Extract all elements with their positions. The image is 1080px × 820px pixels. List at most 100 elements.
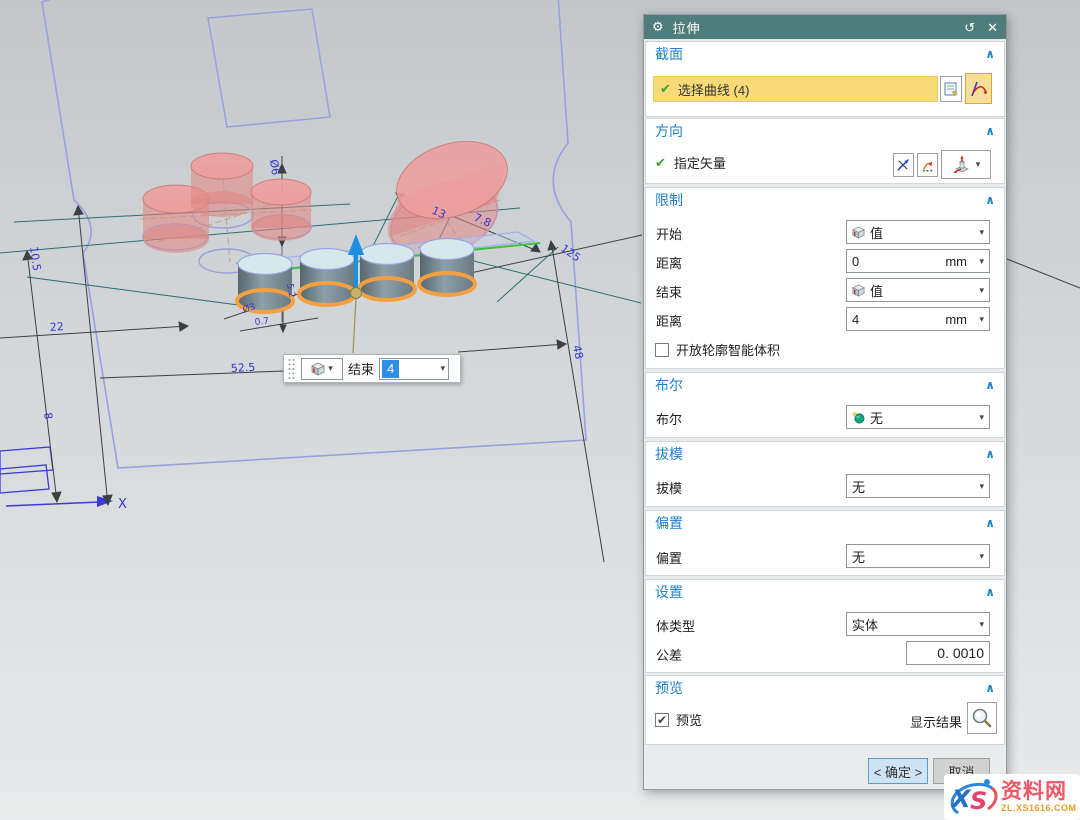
specify-vector-label: 指定矢量 <box>674 153 726 172</box>
sketch-section-button[interactable] <box>940 76 962 102</box>
dialog-title: 拉伸 <box>673 18 701 37</box>
xs-logo: X S <box>946 775 1000 819</box>
open-profile-checkbox-row[interactable]: 开放轮廓智能体积 <box>655 340 780 359</box>
caret-down-icon: ▾ <box>979 481 984 492</box>
group-settings: 设置 ∧ 体类型 实体 ▾ 公差 0. 0010 <box>645 579 1005 673</box>
extrude-cylinder <box>420 239 474 297</box>
group-limits-header[interactable]: 限制 ∧ <box>646 188 1004 213</box>
ok-button[interactable]: < 确定 > <box>868 758 928 784</box>
collapse-chevron-icon[interactable]: ∧ <box>985 676 995 701</box>
boolean-none-icon <box>852 411 865 424</box>
group-offset-header[interactable]: 偏置 ∧ <box>646 511 1004 536</box>
collapse-chevron-icon[interactable]: ∧ <box>985 42 995 67</box>
end-distance-input[interactable]: 4 mm ▾ <box>846 307 990 331</box>
start-mode-dropdown[interactable]: 值 ▾ <box>846 220 990 244</box>
group-section: 截面 ∧ ✔ 选择曲线 (4) <box>645 41 1005 117</box>
end-distance-value[interactable]: 4 <box>382 360 399 378</box>
group-boolean: 布尔 ∧ 布尔 无 ▾ <box>645 372 1005 438</box>
group-draft-header[interactable]: 拔模 ∧ <box>646 442 1004 467</box>
inferred-vector-button[interactable] <box>917 153 938 177</box>
end-distance-label: 结束 <box>348 359 374 378</box>
collapse-chevron-icon[interactable]: ∧ <box>985 580 995 605</box>
collapse-chevron-icon[interactable]: ∧ <box>985 373 995 398</box>
magnifier-icon <box>971 707 993 729</box>
preview-checkbox-row[interactable]: ✔ 预览 <box>655 710 702 729</box>
start-distance-label: 距离 <box>656 253 682 272</box>
caret-down-icon: ▾ <box>979 551 984 562</box>
nx-extrude-screen: { "icons": { "caret": "▾", "chevron_coll… <box>0 0 1080 820</box>
collapse-chevron-icon[interactable]: ∧ <box>985 442 995 467</box>
end-distance-input[interactable]: 4 ▾ <box>379 358 449 380</box>
caret-down-icon: ▾ <box>979 314 984 325</box>
boolean-dropdown[interactable]: 无 ▾ <box>846 405 990 429</box>
preview-label: 预览 <box>676 710 702 729</box>
body-type-label: 体类型 <box>656 616 695 635</box>
group-preview-header[interactable]: 预览 ∧ <box>646 676 1004 701</box>
vector-cross-icon <box>896 158 911 173</box>
reset-icon[interactable]: ↺ <box>964 21 975 34</box>
show-result-label: 显示结果 <box>910 712 962 731</box>
offset-label: 偏置 <box>656 548 682 567</box>
watermark-name: 资料网 <box>1001 781 1077 802</box>
svg-text:0.7: 0.7 <box>254 317 269 328</box>
body-type-dropdown[interactable]: 实体 ▾ <box>846 612 990 636</box>
group-section-header[interactable]: 截面 ∧ <box>646 42 1004 67</box>
sketch-rectangle[interactable] <box>208 9 330 127</box>
check-icon: ✔ <box>660 81 671 97</box>
close-icon[interactable]: ✕ <box>987 21 998 34</box>
svg-text:22: 22 <box>49 320 64 334</box>
unit-label: mm <box>945 312 967 327</box>
drag-handle[interactable] <box>287 358 296 380</box>
point-vector-icon <box>920 158 935 173</box>
specify-vector-row: ✔ 指定矢量 <box>655 153 726 172</box>
draft-label: 拔模 <box>656 478 682 497</box>
direction-arrow-handle[interactable] <box>348 234 364 353</box>
collapse-chevron-icon[interactable]: ∧ <box>985 511 995 536</box>
select-curve-row[interactable]: ✔ 选择曲线 (4) <box>653 76 938 102</box>
collapse-chevron-icon[interactable]: ∧ <box>985 119 995 144</box>
group-direction-header[interactable]: 方向 ∧ <box>646 119 1004 144</box>
sketch-slots[interactable] <box>0 447 53 493</box>
group-direction: 方向 ∧ ✔ 指定矢量 <box>645 118 1005 184</box>
caret-down-icon: ▾ <box>979 256 984 267</box>
group-limits: 限制 ∧ 开始 值 ▾ 距离 0 mm ▾ 结束 <box>645 187 1005 369</box>
group-boolean-header[interactable]: 布尔 ∧ <box>646 373 1004 398</box>
offset-dropdown[interactable]: 无 ▾ <box>846 544 990 568</box>
pink-cylinder <box>251 179 311 241</box>
svg-text:125: 125 <box>558 242 583 265</box>
vector-dialog-button[interactable] <box>893 153 914 177</box>
tolerance-input[interactable]: 0. 0010 <box>906 641 990 665</box>
end-mode-dropdown[interactable]: ▾ <box>301 358 343 380</box>
gear-icon: ⚙ <box>652 19 664 35</box>
curve-select-button[interactable] <box>965 73 992 104</box>
extrude-cylinder <box>360 244 414 302</box>
preview-checkbox[interactable]: ✔ <box>655 713 669 727</box>
face-normal-vector-icon <box>952 155 972 175</box>
onscreen-input-toolbar[interactable]: ▾ 结束 4 ▾ <box>283 354 461 383</box>
vector-type-dropdown[interactable]: ▾ <box>941 150 991 179</box>
x-axis-label: X <box>118 497 127 512</box>
draft-dropdown[interactable]: 无 ▾ <box>846 474 990 498</box>
collapse-chevron-icon[interactable]: ∧ <box>985 188 995 213</box>
sketch-icon <box>943 81 959 97</box>
svg-text:Ø6: Ø6 <box>267 159 282 176</box>
cube-icon <box>852 226 865 239</box>
show-result-button[interactable] <box>967 702 997 734</box>
group-settings-header[interactable]: 设置 ∧ <box>646 580 1004 605</box>
pink-cylinder <box>191 153 253 217</box>
svg-text:S: S <box>970 787 987 815</box>
end-mode-dropdown[interactable]: 值 ▾ <box>846 278 990 302</box>
end-distance-label: 距离 <box>656 311 682 330</box>
dialog-titlebar[interactable]: ⚙ 拉伸 ↺ ✕ <box>644 15 1006 39</box>
open-profile-label: 开放轮廓智能体积 <box>676 340 780 359</box>
start-distance-input[interactable]: 0 mm ▾ <box>846 249 990 273</box>
unit-label: mm <box>945 254 967 269</box>
svg-text:X: X <box>950 785 972 813</box>
select-curve-label: 选择曲线 (4) <box>678 80 750 99</box>
pink-cylinder-cluster[interactable] <box>143 153 311 253</box>
caret-down-icon: ▾ <box>979 412 984 423</box>
svg-text:48: 48 <box>570 344 586 360</box>
start-label: 开始 <box>656 224 682 243</box>
open-profile-checkbox[interactable] <box>655 343 669 357</box>
extrude-cylinder <box>238 254 292 312</box>
